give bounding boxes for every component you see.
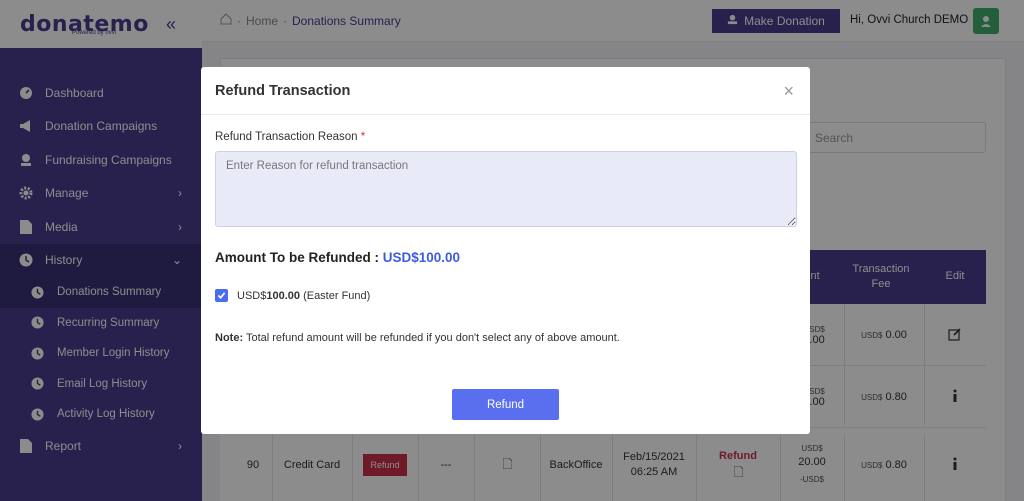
amount-to-refund: Amount To be Refunded : USD$100.00	[215, 250, 461, 265]
fund-amount-option[interactable]: USD$ 100.00 (Easter Fund)	[215, 289, 370, 302]
reason-field-label: Refund Transaction Reason *	[215, 131, 366, 143]
modal-title: Refund Transaction	[215, 82, 351, 99]
required-mark: *	[360, 131, 366, 143]
refund-transaction-modal: Refund Transaction × Refund Transaction …	[201, 67, 810, 434]
fund-amount: 100.00	[266, 289, 300, 302]
refund-reason-input[interactable]	[215, 151, 797, 227]
refund-amount-value: USD$100.00	[382, 250, 461, 265]
modal-header: Refund Transaction ×	[201, 67, 810, 115]
refund-button[interactable]: Refund	[452, 389, 559, 420]
refund-note: Note: Total refund amount will be refund…	[215, 332, 620, 344]
fund-name: (Easter Fund)	[303, 289, 371, 302]
close-icon[interactable]: ×	[783, 81, 794, 102]
fund-currency: USD$	[237, 289, 267, 302]
fund-checkbox[interactable]	[215, 289, 228, 302]
